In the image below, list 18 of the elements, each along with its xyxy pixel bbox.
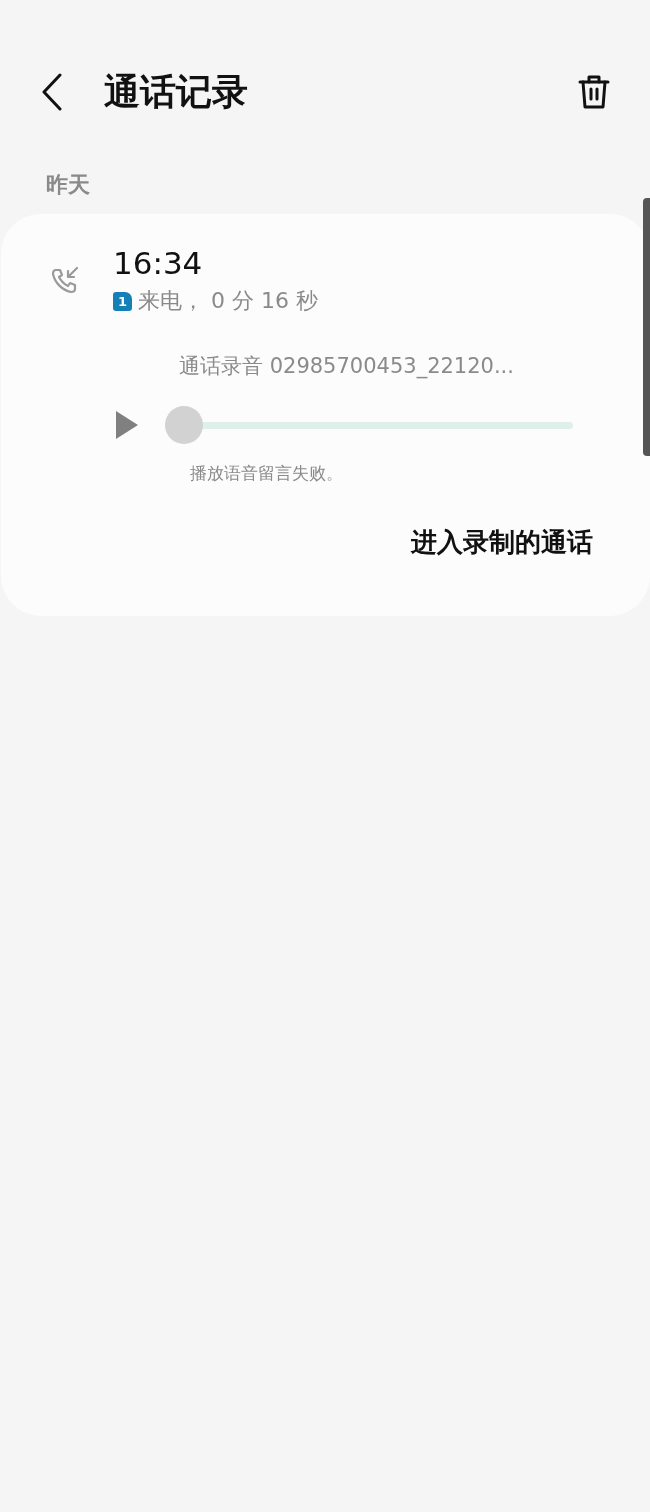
section-header: 昨天 [45,171,91,199]
back-icon [40,73,64,111]
call-time: 16:34 [113,244,204,282]
slider-thumb[interactable] [165,406,203,444]
open-recording-button[interactable]: 进入录制的通话 [411,525,593,560]
playback-slider[interactable] [165,406,573,444]
back-button[interactable] [40,73,64,111]
scrollbar[interactable] [643,198,650,456]
delete-button[interactable] [578,74,610,110]
page-title: 通话记录 [104,69,249,114]
recording-name: 通话录音 02985700453_22120... [179,353,515,380]
sim-badge: 1 [113,291,132,311]
play-icon [115,410,139,440]
error-message: 播放语音留言失败。 [190,462,344,485]
play-button[interactable] [115,410,139,440]
call-detail: 来电， 0 分 16 秒 [138,287,318,315]
trash-icon [578,74,610,110]
incoming-call-icon [51,266,79,294]
